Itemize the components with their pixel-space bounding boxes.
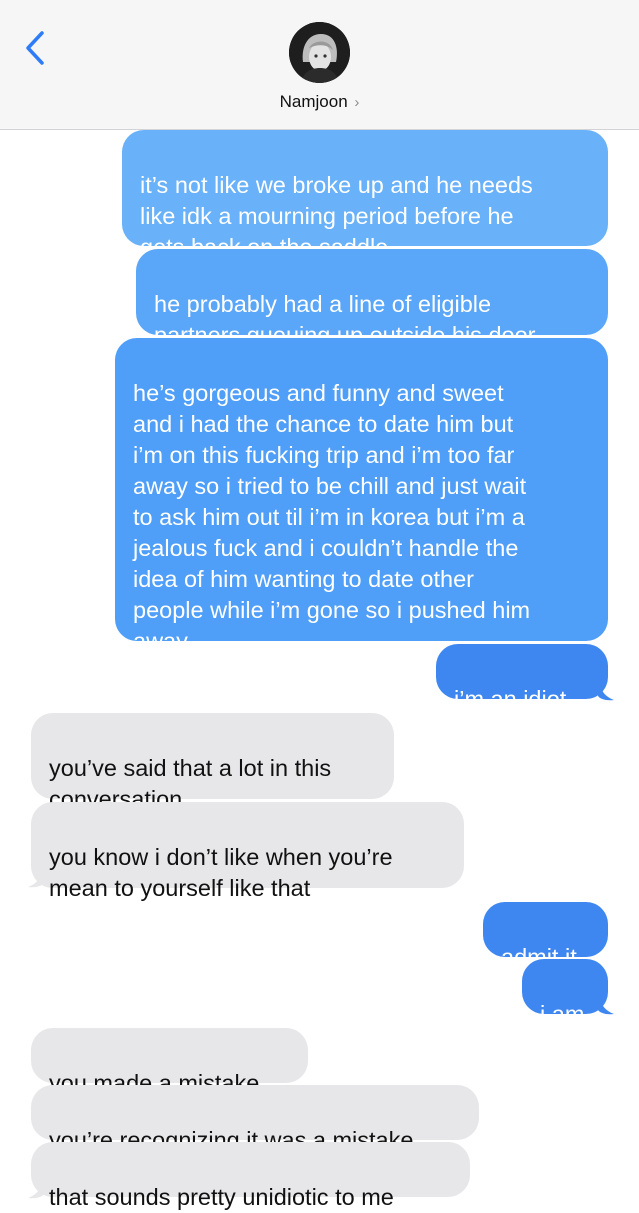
sent-bubble-tail xyxy=(598,993,614,1015)
received-message-bubble[interactable]: you know i don’t like when you’re mean t… xyxy=(31,802,464,901)
sent-message-bubble[interactable]: admit it xyxy=(483,902,608,970)
message-text: i am xyxy=(540,1001,585,1027)
received-bubble-tail xyxy=(28,866,44,888)
contact-name-button[interactable]: Namjoon › xyxy=(0,92,639,112)
sent-message-bubble[interactable]: i’m an idiot xyxy=(436,644,608,712)
message-text: i’m an idiot xyxy=(454,686,567,712)
sent-message-bubble[interactable]: he’s gorgeous and funny and sweet and i … xyxy=(115,338,608,654)
received-message-bubble[interactable]: you’ve said that a lot in this conversat… xyxy=(31,713,394,812)
sent-bubble-tail xyxy=(598,679,614,701)
message-text: that sounds pretty unidiotic to me xyxy=(49,1184,394,1210)
message-text: you know i don’t like when you’re mean t… xyxy=(49,844,393,901)
received-message-bubble[interactable]: you’re recognizing it was a mistake xyxy=(31,1085,479,1153)
sent-message-bubble[interactable]: it’s not like we broke up and he needs l… xyxy=(122,130,608,260)
avatar[interactable] xyxy=(289,22,350,83)
message-text: he’s gorgeous and funny and sweet and i … xyxy=(133,380,531,654)
received-message-bubble[interactable]: you made a mistake xyxy=(31,1028,308,1096)
contact-photo xyxy=(289,22,350,83)
received-bubble-tail xyxy=(28,1177,44,1199)
message-text: it’s not like we broke up and he needs l… xyxy=(140,172,533,260)
received-message-bubble[interactable]: that sounds pretty unidiotic to me xyxy=(31,1142,470,1210)
contact-name: Namjoon xyxy=(279,92,348,111)
back-button[interactable] xyxy=(18,28,54,68)
chevron-left-icon xyxy=(26,31,44,65)
conversation-header: Namjoon › xyxy=(0,0,639,130)
chevron-right-icon: › xyxy=(354,94,360,111)
sent-message-bubble[interactable]: he probably had a line of eligible partn… xyxy=(136,249,608,348)
sent-message-bubble[interactable]: i am xyxy=(522,959,608,1027)
